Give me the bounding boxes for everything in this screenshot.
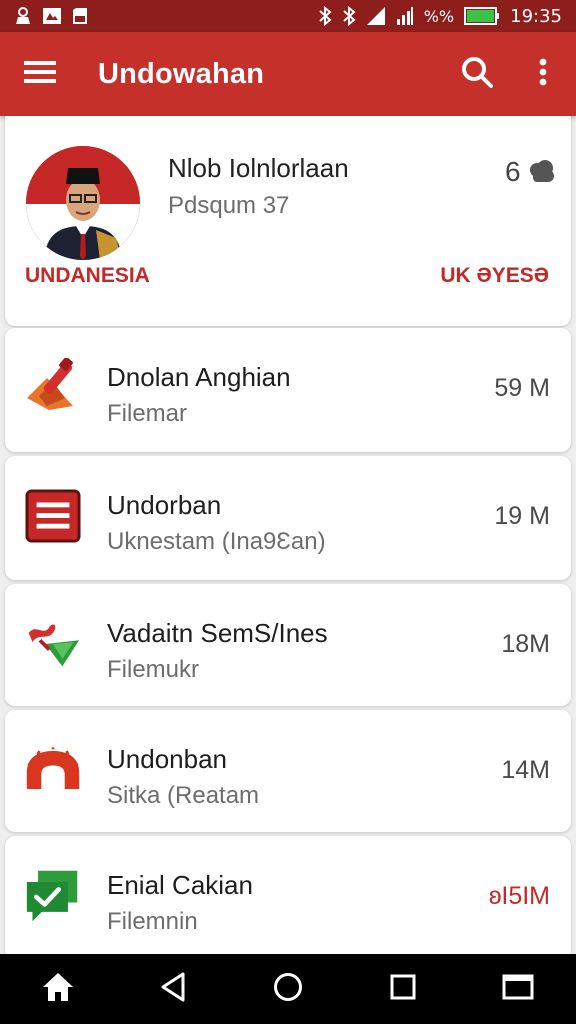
chat-check-icon	[25, 866, 81, 926]
list-item[interactable]: Vadaitn SemS/Ines Filemukr 18M	[5, 584, 571, 706]
country-label: UNDANESIA	[25, 264, 150, 287]
list-item[interactable]: Undorban Uknestam (Ina9Ɛan) 19 M	[5, 456, 571, 580]
navigation-bar	[0, 954, 576, 1024]
item-title: Dnolan Anghian	[107, 362, 291, 392]
item-subtitle: Filemar	[107, 400, 188, 427]
recents-button[interactable]	[368, 954, 438, 1024]
item-size: 19 M	[494, 502, 550, 530]
app-bar: Undowahan	[0, 32, 576, 116]
item-subtitle: Filemukr	[107, 656, 200, 683]
bluetooth-icon	[318, 6, 332, 26]
sd-card-icon	[72, 7, 88, 25]
signal-icon	[366, 6, 386, 26]
window-button[interactable]	[483, 954, 553, 1024]
item-title: Vadaitn SemS/Ines	[107, 618, 328, 648]
circle-home-icon	[273, 972, 303, 1007]
bluetooth-icon	[342, 6, 356, 26]
recents-icon	[390, 974, 416, 1005]
clock: 19:35	[510, 5, 562, 27]
back-icon	[160, 972, 186, 1007]
brush-icon	[25, 358, 81, 418]
circle-home-button[interactable]	[253, 954, 323, 1024]
back-button[interactable]	[138, 954, 208, 1024]
gallery-icon	[42, 7, 62, 25]
item-title: Enial Cakian	[107, 870, 253, 900]
menu-icon	[24, 60, 56, 89]
app-title: Undowahan	[98, 57, 265, 90]
home-button[interactable]	[23, 954, 93, 1024]
more-vert-icon	[538, 58, 548, 91]
item-subtitle: Uknestam (Ina9Ɛan)	[107, 528, 326, 555]
featured-subtitle: Pdsqum 37	[168, 192, 290, 219]
flag-icon	[25, 614, 81, 674]
signal-icon	[396, 6, 414, 26]
window-icon	[502, 974, 534, 1005]
search-button[interactable]	[444, 32, 510, 116]
featured-tag: UK ƏYESƏ	[440, 264, 549, 287]
menu-button[interactable]	[0, 32, 80, 116]
arch-icon	[25, 740, 81, 800]
list-item[interactable]: Dnolan Anghian Filemar 59 M	[5, 328, 571, 452]
battery-icon	[464, 6, 500, 26]
featured-count: 6	[505, 156, 521, 187]
list-item[interactable]: Enial Cakian Filemnin ʚI5IM	[5, 836, 571, 960]
overflow-menu-button[interactable]	[510, 32, 576, 116]
item-size: 18M	[501, 630, 550, 658]
featured-card[interactable]: UNDANESIA Nlob Iolnlorlaan Pdsqum 37 6 U…	[5, 116, 571, 326]
item-size: 59 M	[494, 374, 550, 402]
list-item[interactable]: Undonban Sitka (Reatam 14M	[5, 710, 571, 832]
person-icon	[14, 7, 32, 25]
cloud-icon	[526, 156, 556, 191]
avatar	[26, 146, 140, 260]
status-bar: %% 19:35	[0, 0, 576, 32]
item-title: Undorban	[107, 490, 222, 520]
home-icon	[42, 972, 74, 1007]
battery-percent: %%	[423, 6, 455, 26]
item-subtitle: Filemnin	[107, 908, 198, 935]
search-icon	[461, 56, 493, 93]
item-size: ʚI5IM	[488, 882, 550, 910]
featured-title: Nlob Iolnlorlaan	[168, 153, 349, 183]
item-subtitle: Sitka (Reatam	[107, 782, 260, 809]
item-size: 14M	[501, 756, 550, 784]
item-title: Undonban	[107, 744, 227, 774]
list-icon	[25, 486, 81, 546]
